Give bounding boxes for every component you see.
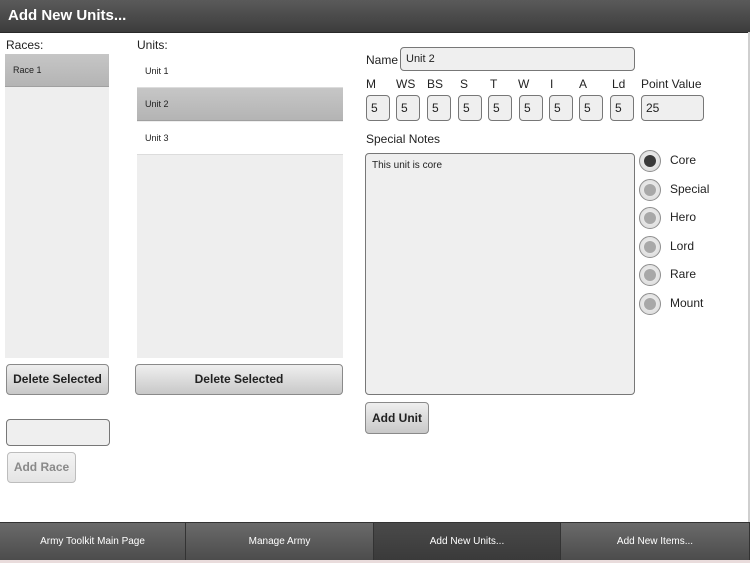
races-label: Races: xyxy=(6,38,44,52)
radio-button-icon[interactable] xyxy=(639,207,661,229)
stat-input-a[interactable]: 5 xyxy=(579,95,603,121)
stat-input-bs[interactable]: 5 xyxy=(427,95,451,121)
new-race-input[interactable] xyxy=(6,419,110,446)
stat-input-w[interactable]: 5 xyxy=(519,95,543,121)
point-value-input[interactable]: 25 xyxy=(641,95,704,121)
race-item-label: Race 1 xyxy=(13,65,42,75)
delete-unit-button[interactable]: Delete Selected xyxy=(135,364,343,395)
special-notes-label: Special Notes xyxy=(366,132,441,146)
race-item[interactable]: Race 1 xyxy=(5,54,109,87)
name-input[interactable] xyxy=(400,47,635,71)
special-notes-textarea[interactable]: This unit is core xyxy=(365,153,635,395)
unit-item-label: Unit 1 xyxy=(145,66,169,76)
unit-item-label: Unit 2 xyxy=(145,99,169,109)
races-list[interactable]: Race 1 xyxy=(5,54,109,358)
bottom-tab-bar: Army Toolkit Main Page Manage Army Add N… xyxy=(0,522,750,560)
tab-manage-army[interactable]: Manage Army xyxy=(186,522,374,560)
stat-label-t: T xyxy=(490,77,498,91)
stat-input-ws[interactable]: 5 xyxy=(396,95,420,121)
stat-label-ws: WS xyxy=(396,77,416,91)
radio-button-icon[interactable] xyxy=(639,150,661,172)
radio-label: Mount xyxy=(670,296,704,310)
stat-label-i: I xyxy=(550,77,554,91)
unit-item[interactable]: Unit 3 xyxy=(137,122,343,155)
delete-race-button[interactable]: Delete Selected xyxy=(6,364,109,395)
radio-label: Rare xyxy=(670,267,697,281)
page-title: Add New Units... xyxy=(8,7,127,24)
tab-add-new-items[interactable]: Add New Items... xyxy=(561,522,750,560)
add-race-button[interactable]: Add Race xyxy=(7,452,76,483)
add-unit-button[interactable]: Add Unit xyxy=(365,402,429,434)
tab-add-new-units[interactable]: Add New Units... xyxy=(374,522,561,560)
stat-input-m[interactable]: 5 xyxy=(366,95,390,121)
name-label: Name xyxy=(366,53,399,67)
stat-label-bs: BS xyxy=(427,77,444,91)
title-bar: Add New Units... xyxy=(0,0,750,33)
radio-button-icon[interactable] xyxy=(639,264,661,286)
stat-label-s: S xyxy=(460,77,469,91)
stat-input-t[interactable]: 5 xyxy=(488,95,512,121)
stat-label-m: M xyxy=(366,77,376,91)
radio-button-icon[interactable] xyxy=(639,179,661,201)
stat-input-i[interactable]: 5 xyxy=(549,95,573,121)
radio-label: Core xyxy=(670,153,697,167)
radio-label: Lord xyxy=(670,239,695,253)
tab-army-toolkit-main-page[interactable]: Army Toolkit Main Page xyxy=(0,522,186,560)
stat-label-a: A xyxy=(579,77,588,91)
stat-label-w: W xyxy=(518,77,530,91)
point-value-label: Point Value xyxy=(641,77,702,91)
radio-label: Hero xyxy=(670,210,697,224)
stat-label-ld: Ld xyxy=(612,77,626,91)
stat-input-ld[interactable]: 5 xyxy=(610,95,634,121)
unit-item[interactable]: Unit 2 xyxy=(137,88,343,121)
units-label: Units: xyxy=(137,38,168,52)
unit-item[interactable]: Unit 1 xyxy=(137,55,343,88)
radio-button-icon[interactable] xyxy=(639,236,661,258)
radio-label: Special xyxy=(670,182,710,196)
radio-button-icon[interactable] xyxy=(639,293,661,315)
units-list[interactable]: Unit 1 Unit 2 Unit 3 xyxy=(137,55,343,358)
unit-item-label: Unit 3 xyxy=(145,133,169,143)
stat-input-s[interactable]: 5 xyxy=(458,95,482,121)
